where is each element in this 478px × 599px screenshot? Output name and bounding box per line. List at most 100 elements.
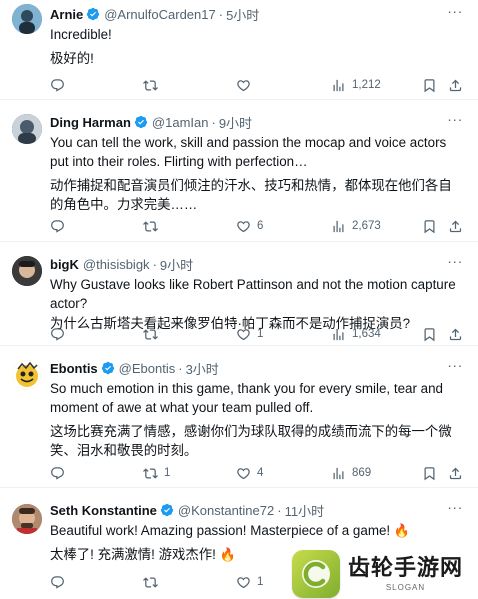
like-button[interactable]: 1 [236, 575, 263, 590]
author-name[interactable]: bigK [50, 257, 79, 272]
retweet-button[interactable] [143, 219, 164, 234]
more-options-icon[interactable]: ··· [446, 358, 464, 376]
retweet-count: 1 [164, 467, 171, 479]
like-count: 6 [257, 220, 264, 232]
tweet-bigk[interactable]: bigK @thisisbigk · 9小时 ··· Why Gustave l… [0, 242, 478, 346]
bookmark-button[interactable] [422, 466, 437, 481]
avatar[interactable] [12, 114, 42, 144]
reply-button[interactable] [50, 327, 71, 342]
watermark-title: 齿轮手游网 [348, 555, 464, 580]
reply-button[interactable] [50, 466, 71, 481]
views-button[interactable]: 1,212 [331, 78, 381, 93]
tweet-arnie[interactable]: Arnie @ArnulfoCarden17 · 5小时 ··· Incredi… [0, 0, 478, 100]
share-button[interactable] [448, 466, 463, 481]
verified-badge-icon [101, 361, 114, 375]
author-handle[interactable]: @Konstantine72 [178, 503, 274, 518]
separator-dot: · [178, 360, 183, 376]
separator-dot: · [218, 6, 224, 22]
reply-icon [51, 466, 64, 480]
views-button[interactable]: 1,634 [331, 327, 381, 342]
reply-icon [51, 78, 64, 92]
heart-icon [237, 467, 250, 479]
retweet-button[interactable] [143, 327, 164, 342]
view-count: 2,673 [352, 220, 381, 232]
like-button[interactable] [236, 78, 257, 93]
share-icon [449, 467, 462, 479]
view-count: 869 [352, 467, 372, 479]
share-button[interactable] [448, 219, 463, 234]
timestamp[interactable]: 3小时 [186, 359, 219, 378]
author-name[interactable]: Ding Harman [50, 115, 131, 130]
reply-icon [51, 575, 64, 589]
like-count: 1 [257, 328, 264, 340]
retweet-button[interactable] [143, 575, 164, 590]
retweet-icon [143, 79, 158, 91]
author-handle[interactable]: @Ebontis [119, 361, 176, 376]
share-icon [449, 328, 462, 340]
more-options-icon[interactable]: ··· [446, 254, 464, 272]
avatar-image [12, 114, 42, 144]
more-options-icon[interactable]: ··· [446, 500, 464, 518]
retweet-button[interactable]: 1 [143, 466, 170, 481]
reply-icon [51, 327, 64, 341]
reply-button[interactable] [50, 219, 71, 234]
heart-icon [237, 576, 250, 588]
reply-button[interactable] [50, 575, 71, 590]
more-options-icon[interactable]: ··· [446, 4, 464, 22]
retweet-icon [143, 328, 158, 340]
timestamp[interactable]: 9小时 [160, 255, 193, 274]
avatar[interactable] [12, 504, 42, 534]
site-logo-icon [292, 549, 340, 598]
share-button[interactable] [448, 327, 463, 342]
retweet-icon [143, 220, 158, 232]
avatar[interactable] [12, 256, 42, 286]
retweet-icon [143, 576, 158, 588]
avatar[interactable] [12, 360, 42, 390]
like-button[interactable]: 1 [236, 327, 263, 342]
author-handle[interactable]: @ArnulfoCarden17 [104, 7, 215, 22]
timestamp[interactable]: 9小时 [219, 113, 252, 132]
author-handle[interactable]: @1amIan [152, 115, 209, 130]
views-button[interactable]: 2,673 [331, 219, 381, 234]
bookmark-button[interactable] [422, 219, 437, 234]
like-button[interactable]: 6 [236, 219, 263, 234]
more-options-icon[interactable]: ··· [446, 112, 464, 130]
author-name[interactable]: Ebontis [50, 361, 98, 376]
avatar-image [12, 360, 42, 390]
retweet-icon [143, 467, 158, 479]
avatar-image [12, 256, 42, 286]
tweet-ebontis[interactable]: Ebontis @Ebontis · 3小时 ··· So much emoti… [0, 346, 478, 488]
bookmark-button[interactable] [422, 327, 437, 342]
views-chart-icon [333, 79, 344, 91]
views-chart-icon [333, 220, 344, 232]
author-name[interactable]: Arnie [50, 7, 83, 22]
avatar-image [12, 504, 42, 534]
share-icon [449, 220, 462, 232]
tweet-text: Incredible! [50, 27, 112, 42]
avatar-image [12, 4, 42, 34]
fire-emoji-icon: 🔥 [393, 523, 411, 538]
tweet-text: Why Gustave looks like Robert Pattinson … [50, 277, 456, 311]
reply-button[interactable] [50, 78, 71, 93]
retweet-button[interactable] [143, 78, 164, 93]
verified-badge-icon [134, 115, 148, 129]
separator-dot: · [152, 256, 157, 272]
tweet-ding-harman[interactable]: Ding Harman @1amIan · 9小时 ··· You can te… [0, 100, 478, 242]
like-button[interactable]: 4 [236, 466, 263, 481]
site-watermark: 齿轮手游网 SLOGAN [292, 548, 478, 599]
views-button[interactable]: 869 [331, 466, 371, 481]
heart-icon [237, 220, 250, 232]
fire-emoji-icon: 🔥 [219, 547, 236, 562]
timestamp[interactable]: 11小时 [285, 501, 325, 520]
timestamp[interactable]: 5小时 [226, 5, 259, 24]
separator-dot: · [211, 114, 216, 130]
bookmark-button[interactable] [422, 78, 437, 93]
heart-icon [237, 328, 250, 340]
heart-icon [237, 79, 250, 91]
author-name[interactable]: Seth Konstantine [50, 503, 157, 518]
share-button[interactable] [448, 78, 463, 93]
author-handle[interactable]: @thisisbigk [83, 257, 150, 272]
bookmark-icon [424, 219, 435, 233]
bookmark-icon [424, 78, 435, 92]
avatar[interactable] [12, 4, 42, 34]
